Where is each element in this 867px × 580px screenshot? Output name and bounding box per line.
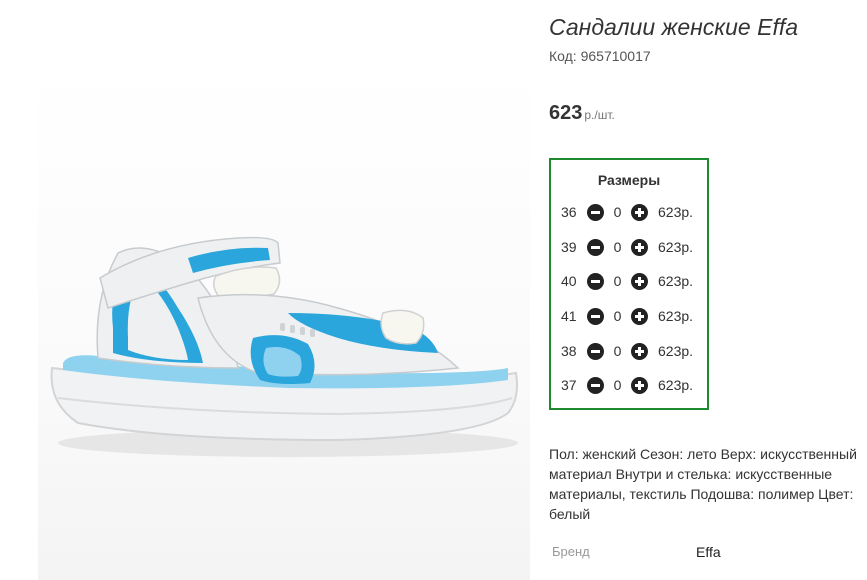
size-price: 623р.	[658, 204, 694, 220]
plus-circle-icon[interactable]	[631, 307, 648, 325]
size-row: 37 0 623р.	[561, 373, 693, 397]
price-value: 623	[549, 102, 583, 124]
sizes-box: Размеры 36 0 623р. 39 0 623р. 40 0 623р.…	[549, 158, 709, 410]
size-row: 41 0 623р.	[561, 304, 693, 328]
size-label: 38	[561, 343, 577, 359]
product-code: Код: 965710017	[549, 48, 651, 64]
size-row: 39 0 623р.	[561, 235, 693, 259]
plus-circle-icon[interactable]	[631, 376, 648, 394]
product-info-panel: Сандалии женские Effa Код: 965710017 623…	[549, 0, 867, 580]
quantity-value[interactable]: 0	[604, 204, 631, 220]
size-label: 37	[561, 377, 577, 393]
size-price: 623р.	[658, 273, 694, 289]
quantity-value[interactable]: 0	[604, 308, 631, 324]
price-unit: р./шт.	[584, 108, 615, 122]
product-image[interactable]	[38, 68, 530, 580]
size-label: 40	[561, 273, 577, 289]
size-row: 40 0 623р.	[561, 269, 693, 293]
product-title: Сандалии женские Effa	[549, 14, 799, 40]
product-description: Пол: женский Сезон: лето Верх: искусстве…	[549, 446, 857, 522]
plus-circle-icon[interactable]	[631, 342, 648, 360]
minus-circle-icon[interactable]	[587, 342, 604, 360]
sandal-illustration	[50, 236, 518, 457]
plus-circle-icon[interactable]	[631, 203, 648, 221]
size-label: 36	[561, 204, 577, 220]
size-price: 623р.	[658, 308, 694, 324]
quantity-value[interactable]: 0	[604, 273, 631, 289]
size-label: 39	[561, 239, 577, 255]
brand-value[interactable]: Effa	[696, 544, 721, 560]
plus-circle-icon[interactable]	[631, 272, 648, 290]
size-price: 623р.	[658, 343, 694, 359]
size-row: 38 0 623р.	[561, 339, 693, 363]
size-price: 623р.	[658, 239, 694, 255]
plus-circle-icon[interactable]	[631, 238, 648, 256]
brand-label: Бренд	[552, 544, 590, 559]
quantity-value[interactable]: 0	[604, 343, 631, 359]
size-price: 623р.	[658, 377, 694, 393]
size-label: 41	[561, 308, 577, 324]
minus-circle-icon[interactable]	[587, 376, 604, 394]
minus-circle-icon[interactable]	[587, 272, 604, 290]
product-price: 623 р./шт.	[549, 102, 615, 125]
minus-circle-icon[interactable]	[587, 307, 604, 325]
quantity-value[interactable]: 0	[604, 377, 631, 393]
quantity-value[interactable]: 0	[604, 239, 631, 255]
minus-circle-icon[interactable]	[587, 203, 604, 221]
sizes-heading: Размеры	[597, 172, 661, 188]
minus-circle-icon[interactable]	[587, 238, 604, 256]
size-row: 36 0 623р.	[561, 200, 693, 224]
